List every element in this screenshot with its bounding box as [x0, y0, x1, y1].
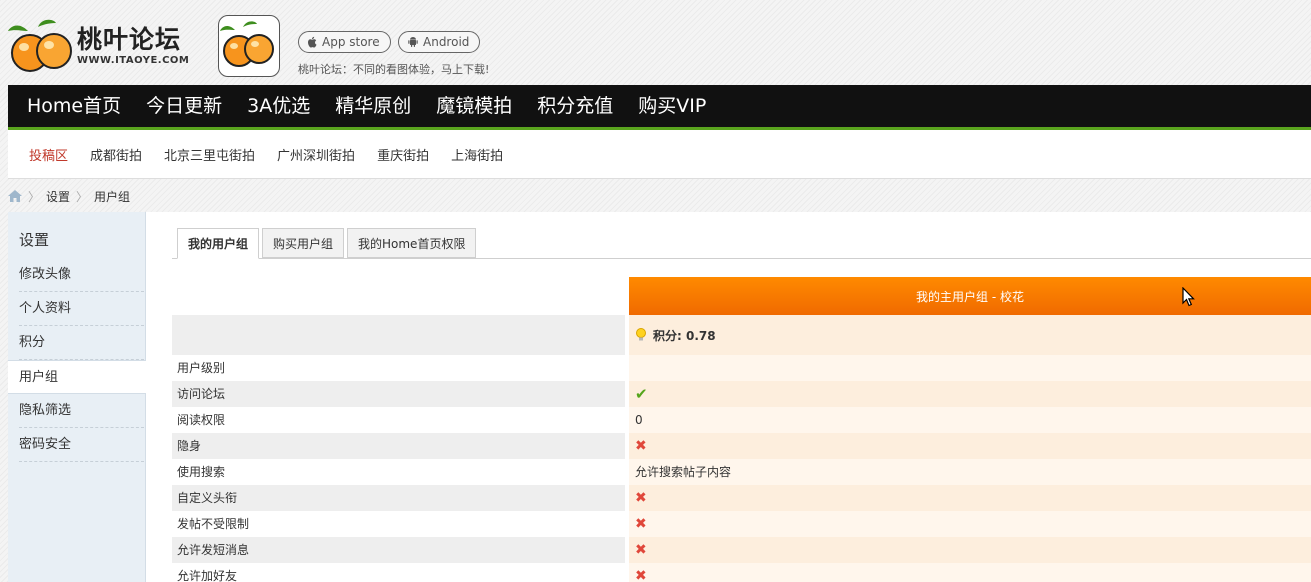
cross-icon: ✖	[635, 516, 647, 532]
settings-sidebar: 设置 修改头像 个人资料 积分 用户组 隐私筛选 密码安全	[8, 212, 146, 582]
row-value: ✔	[629, 381, 1311, 407]
subnav-chengdu[interactable]: 成都街拍	[79, 145, 153, 164]
peach-app-icon	[220, 21, 274, 67]
sidebar-item-avatar[interactable]: 修改头像	[19, 258, 144, 292]
nav-buy-vip[interactable]: 购买VIP	[625, 85, 718, 127]
row-label: 允许发短消息	[172, 537, 625, 563]
nav-today-updates[interactable]: 今日更新	[133, 85, 234, 127]
app-tagline: 桃叶论坛：不同的看图体验，马上下载!	[298, 63, 490, 76]
row-label: 隐身	[172, 433, 625, 459]
logo-text: 桃叶论坛	[77, 25, 182, 54]
subnav-beijing[interactable]: 北京三里屯街拍	[153, 145, 266, 164]
tab-home-permissions[interactable]: 我的Home首页权限	[347, 228, 477, 258]
home-icon[interactable]	[8, 190, 22, 202]
cross-icon: ✖	[635, 568, 647, 582]
breadcrumb-separator: 〉	[76, 189, 89, 204]
cross-icon: ✖	[635, 438, 647, 454]
appstore-label: App store	[322, 35, 380, 49]
sidebar-item-password[interactable]: 密码安全	[19, 428, 144, 462]
subnav-shanghai[interactable]: 上海街拍	[440, 145, 514, 164]
tab-buy-usergroup[interactable]: 购买用户组	[262, 228, 345, 258]
nav-mirror-shoot[interactable]: 魔镜模拍	[423, 85, 524, 127]
sidebar-item-profile[interactable]: 个人资料	[19, 292, 144, 326]
row-label: 允许加好友	[177, 569, 238, 582]
row-value: 允许搜索帖子内容	[629, 459, 1311, 485]
row-value: 0	[629, 407, 1311, 433]
tab-my-usergroup[interactable]: 我的用户组	[177, 228, 260, 259]
row-label: 发帖不受限制	[177, 517, 250, 531]
main-nav: Home首页 今日更新 3A优选 精华原创 魔镜模拍 积分充值 购买VIP	[8, 85, 1311, 130]
group-header: 我的主用户组 - 校花	[629, 277, 1311, 315]
android-button[interactable]: Android	[398, 31, 481, 53]
sidebar-item-usergroup[interactable]: 用户组	[8, 360, 146, 394]
breadcrumb-separator: 〉	[28, 189, 41, 204]
mouse-cursor-icon	[1182, 287, 1195, 307]
sidebar-title: 设置	[19, 231, 50, 249]
row-label: 访问论坛	[172, 381, 625, 407]
row-value	[629, 355, 1311, 381]
row-value: ✖	[629, 511, 1311, 537]
sidebar-item-privacy[interactable]: 隐私筛选	[19, 394, 144, 428]
logo-url: WWW.ITAOYE.COM	[77, 55, 190, 66]
nav-points-recharge[interactable]: 积分充值	[524, 85, 625, 127]
peach-logo-icon	[8, 19, 72, 72]
row-value: ✖	[629, 485, 1311, 511]
row-value: ✖	[629, 537, 1311, 563]
sub-nav: 投稿区 成都街拍 北京三里屯街拍 广州深圳街拍 重庆街拍 上海街拍	[8, 130, 1311, 179]
app-icon[interactable]	[218, 15, 280, 77]
points-label-cell	[172, 315, 625, 355]
subnav-guangzhou-shenzhen[interactable]: 广州深圳街拍	[266, 145, 366, 164]
points-cell: 积分: 0.78	[629, 315, 1311, 355]
points-value: 积分: 0.78	[653, 328, 716, 343]
nav-3a-picks[interactable]: 3A优选	[234, 85, 322, 127]
row-label: 自定义头衔	[172, 485, 625, 511]
android-icon	[408, 37, 418, 47]
subnav-submissions[interactable]: 投稿区	[18, 145, 79, 164]
row-label: 用户级别	[177, 361, 226, 375]
subnav-chongqing[interactable]: 重庆街拍	[366, 145, 440, 164]
tab-bar-line	[172, 258, 1311, 259]
apple-icon	[308, 36, 317, 48]
cross-icon: ✖	[635, 490, 647, 506]
nav-featured-original[interactable]: 精华原创	[322, 85, 423, 127]
row-label: 阅读权限	[177, 413, 226, 427]
nav-home[interactable]: Home首页	[14, 85, 133, 127]
check-icon: ✔	[635, 385, 648, 403]
row-value: ✖	[629, 563, 1311, 582]
android-label: Android	[423, 35, 470, 49]
row-label: 使用搜索	[177, 465, 226, 479]
breadcrumb: 〉 设置 〉 用户组	[8, 185, 130, 207]
breadcrumb-usergroup[interactable]: 用户组	[94, 188, 130, 205]
cross-icon: ✖	[635, 542, 647, 558]
appstore-button[interactable]: App store	[298, 31, 391, 53]
breadcrumb-settings[interactable]: 设置	[46, 188, 70, 205]
lightbulb-icon	[636, 328, 646, 341]
sidebar-item-points[interactable]: 积分	[19, 326, 144, 360]
row-value: ✖	[629, 433, 1311, 459]
